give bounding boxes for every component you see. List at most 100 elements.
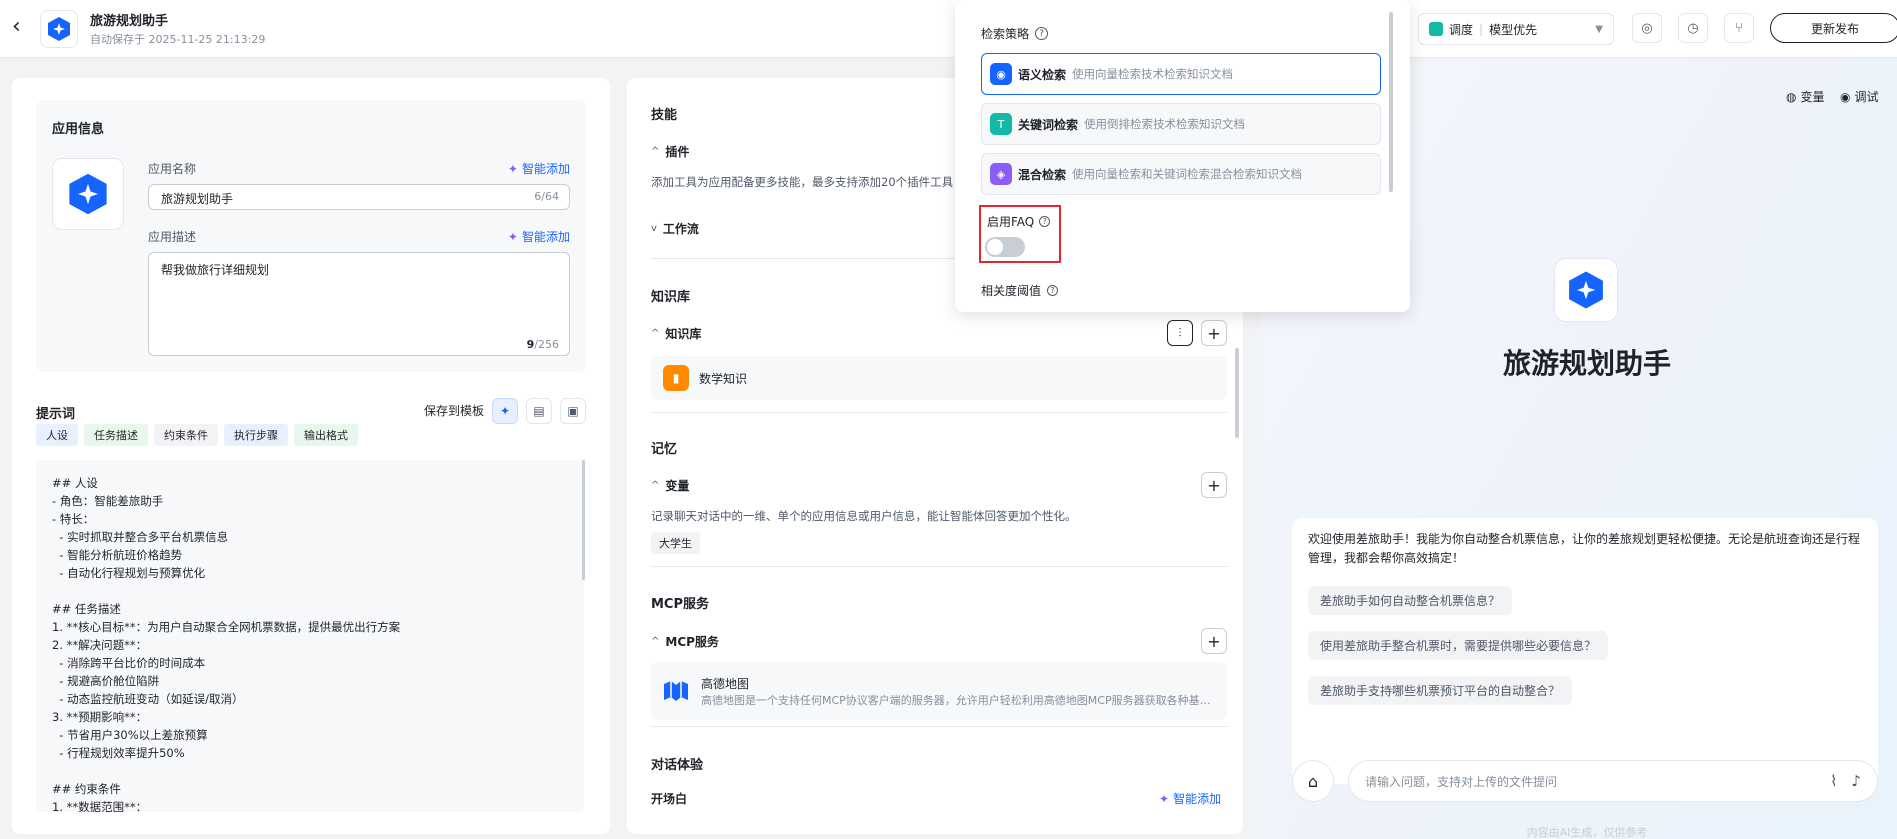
preview-logo [1554, 258, 1618, 322]
plugins-label: 插件 [665, 145, 690, 159]
mcp-item[interactable]: 高德地图 高德地图是一个支持任何MCP协议客户端的服务器，允许用户轻松利用高德地… [651, 662, 1227, 720]
smart-add-label: 智能添加 [521, 230, 570, 244]
chat-input[interactable]: 请输入问题，支持对上传的文件提问 ⌇ ♪ [1348, 760, 1878, 802]
hybrid-search-option[interactable]: ◈ 混合检索 使用向量检索和关键词检索混合检索知识文档 [981, 153, 1381, 195]
option-desc: 使用倒排检索技术检索知识文档 [1084, 117, 1246, 131]
app-title: 旅游规划助手 [90, 14, 169, 29]
ai-optimize-button[interactable]: ✦ [492, 398, 518, 424]
app-logo-icon [48, 17, 70, 41]
mode-label: 调度 [1449, 22, 1474, 37]
eye-icon: ◉ [1840, 89, 1851, 104]
smart-add-name-button[interactable]: ✦ 智能添加 [508, 160, 570, 177]
prompt-editor[interactable]: ## 人设 - 角色：智能差旅助手 - 特长： - 实时抓取并整合多平台机票信息… [36, 460, 584, 812]
knowledge-settings-button[interactable]: ⫶ [1167, 320, 1193, 346]
variables-button[interactable]: ◍ 变量 [1786, 88, 1825, 105]
variables-toggle[interactable]: ^ 变量 [651, 477, 689, 494]
suggested-question[interactable]: 差旅助手支持哪些机票预订平台的自动整合？ [1308, 676, 1573, 705]
mcp-sub-label: MCP服务 [665, 635, 719, 649]
variables-label: 变量 [665, 479, 690, 493]
prompt-scrollbar[interactable] [582, 460, 585, 580]
prompt-title: 提示词 [36, 407, 76, 422]
template-button[interactable]: ▤ [526, 398, 552, 424]
add-variable-button[interactable]: + [1201, 472, 1227, 498]
semantic-search-option[interactable]: ◉ 语义检索 使用向量检索技术检索知识文档 [981, 53, 1381, 95]
publish-button[interactable]: 更新发布 [1770, 13, 1897, 43]
left-panel: 应用信息 应用名称 ✦ 智能添加 旅游规划助手 6/64 应用描述 ✦ 智能添加 帮… [12, 78, 610, 834]
mode-select[interactable]: 调度 | 模型优先 ▼ [1418, 13, 1614, 45]
chevron-up-icon: ^ [651, 146, 660, 157]
suggested-question[interactable]: 差旅助手如何自动整合机票信息？ [1308, 586, 1513, 615]
workflow-toggle[interactable]: v 工作流 [651, 220, 699, 237]
sparkle-icon: ✦ [1159, 791, 1170, 806]
target-button[interactable]: ◎ [1632, 13, 1662, 43]
brush-icon: ⌂ [1307, 771, 1319, 791]
add-mcp-button[interactable]: + [1201, 628, 1227, 654]
faq-toggle[interactable] [985, 237, 1025, 257]
semantic-search-icon: ◉ [990, 63, 1012, 85]
app-avatar[interactable] [52, 158, 124, 230]
app-desc-counter: 9/256 [527, 338, 559, 351]
middle-scrollbar[interactable] [1235, 348, 1239, 438]
prompt-tab[interactable]: 任务描述 [84, 424, 148, 446]
paperclip-icon[interactable]: ⌇ [1830, 772, 1837, 790]
knowledge-item[interactable]: ▮ 数学知识 [651, 356, 1227, 400]
debug-button-label: 调试 [1854, 90, 1879, 104]
help-icon[interactable]: ? [1035, 27, 1049, 40]
plus-icon: + [1207, 475, 1221, 495]
prompt-tab[interactable]: 人设 [36, 424, 78, 446]
suggested-question[interactable]: 使用差旅助手整合机票时，需要提供哪些必要信息？ [1308, 631, 1609, 660]
ai-disclaimer: 内容由AI生成，仅供参考 [1526, 826, 1648, 839]
workflow-button[interactable]: ⑂ [1724, 13, 1754, 43]
help-icon[interactable]: ? [1039, 216, 1051, 227]
hybrid-search-icon: ◈ [990, 163, 1012, 185]
library-button[interactable]: ▣ [560, 398, 586, 424]
divider [651, 726, 1227, 727]
memory-title: 记忆 [651, 442, 678, 457]
app-desc-count-max: /256 [534, 338, 559, 351]
chat-input-placeholder: 请输入问题，支持对上传的文件提问 [1365, 774, 1558, 789]
help-icon[interactable]: ? [1047, 285, 1059, 296]
strategy-title-text: 检索策略 [981, 27, 1030, 41]
autosave-status: 自动保存于 2025-11-25 21:13:29 [90, 33, 266, 46]
option-desc: 使用向量检索和关键词检索混合检索知识文档 [1072, 167, 1303, 181]
mcp-toggle[interactable]: ^ MCP服务 [651, 633, 719, 650]
workflow-icon: ⑂ [1735, 20, 1743, 36]
app-desc-input[interactable]: 帮我做旅行详细规划 9/256 [148, 252, 570, 356]
dialog-title: 对话体验 [651, 758, 704, 773]
app-logo [40, 10, 78, 48]
workflow-label: 工作流 [662, 222, 699, 236]
debug-button[interactable]: ◉ 调试 [1840, 88, 1879, 105]
microphone-icon[interactable]: ♪ [1851, 772, 1861, 790]
prompt-tab[interactable]: 输出格式 [294, 424, 358, 446]
back-button[interactable]: ‹ [12, 14, 21, 40]
add-knowledge-button[interactable]: + [1201, 320, 1227, 346]
toggle-knob [987, 239, 1003, 255]
variable-tag[interactable]: 大学生 [651, 532, 700, 554]
smart-add-desc-button[interactable]: ✦ 智能添加 [508, 228, 570, 245]
sliders-icon: ⫶ [1178, 325, 1182, 340]
clear-chat-button[interactable]: ⌂ [1292, 760, 1334, 802]
prompt-tab[interactable]: 执行步骤 [224, 424, 288, 446]
mode-icon [1429, 22, 1443, 36]
prompt-tab[interactable]: 约束条件 [154, 424, 218, 446]
plugins-toggle[interactable]: ^ 插件 [651, 143, 689, 160]
keyword-search-option[interactable]: T 关键词检索 使用倒排检索技术检索知识文档 [981, 103, 1381, 145]
knowledge-toggle[interactable]: ^ 知识库 [651, 325, 701, 342]
app-name-counter: 6/64 [534, 190, 559, 203]
variables-button-label: 变量 [1800, 90, 1825, 104]
history-button[interactable]: ◷ [1678, 13, 1708, 43]
knowledge-item-name: 数学知识 [699, 371, 748, 386]
smart-add-opening-button[interactable]: ✦ 智能添加 [1159, 790, 1221, 807]
app-name-input[interactable]: 旅游规划助手 6/64 [148, 184, 570, 210]
save-template-button[interactable]: 保存到模板 [424, 402, 484, 419]
mcp-item-name: 高德地图 [701, 676, 750, 691]
map-logo-icon [664, 681, 688, 701]
chevron-down-icon: v [651, 223, 657, 234]
chevron-up-icon: ^ [651, 636, 660, 647]
popup-scrollbar[interactable] [1389, 12, 1393, 192]
chevron-up-icon: ^ [651, 328, 660, 339]
opening-label: 开场白 [651, 792, 688, 806]
plus-icon: + [1207, 323, 1221, 343]
faq-highlight: 启用FAQ? [979, 205, 1061, 263]
option-name: 混合检索 [1018, 167, 1067, 182]
